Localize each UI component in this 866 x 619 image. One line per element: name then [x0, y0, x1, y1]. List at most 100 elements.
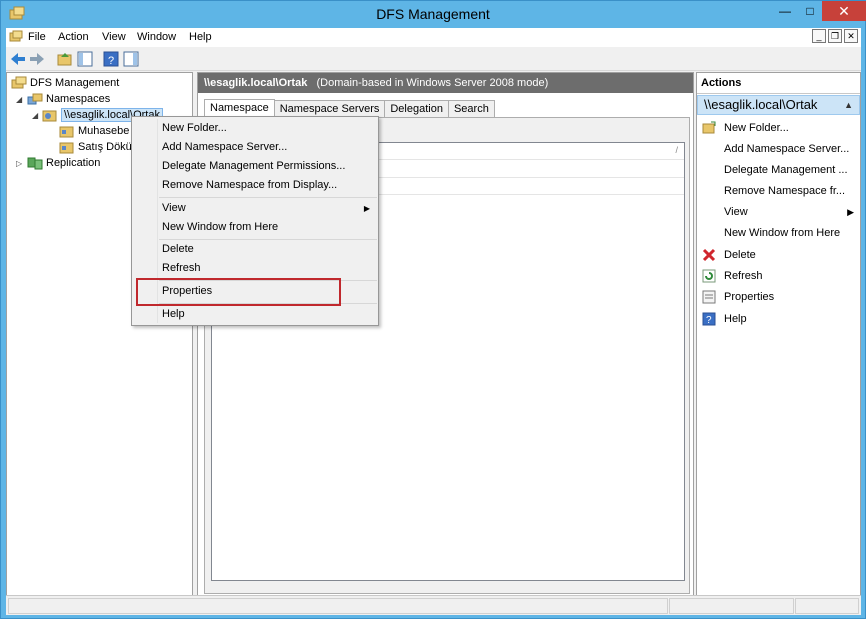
app-window: DFS Management — □ ✕ File Action View Wi… — [0, 0, 866, 619]
tab-namespace[interactable]: Namespace — [204, 99, 275, 117]
tab-search[interactable]: Search — [447, 100, 495, 117]
dfs-management-icon — [11, 76, 27, 89]
properties-icon — [702, 290, 716, 304]
menu-separator — [159, 197, 377, 198]
action-label: Add Namespace Server... — [724, 143, 850, 155]
window-title: DFS Management — [376, 6, 490, 22]
menu-view[interactable]: View — [102, 31, 126, 43]
mmc-doc-icon — [9, 30, 23, 42]
toolbar: ? — [6, 47, 861, 71]
ctx-view[interactable]: View — [162, 199, 186, 218]
header-namespace-path: \\esaglik.local\Ortak — [204, 77, 308, 89]
tree-label: DFS Management — [30, 77, 120, 89]
mdi-restore-button[interactable]: ❐ — [828, 29, 842, 43]
status-bar — [6, 595, 861, 615]
svg-text:?: ? — [108, 55, 114, 67]
action-new-window[interactable]: New Window from Here — [697, 223, 860, 243]
submenu-arrow-icon: ▶ — [847, 207, 854, 217]
action-delegate-management[interactable]: Delegate Management ... — [697, 160, 860, 180]
new-folder-icon — [702, 121, 716, 134]
tree-label: Satış Dökün — [78, 141, 138, 153]
action-view[interactable]: View ▶ — [697, 202, 860, 222]
collapse-section-icon[interactable]: ▲ — [844, 96, 853, 114]
action-label: Remove Namespace fr... — [724, 185, 846, 197]
actions-section-title: \\esaglik.local\Ortak — [704, 97, 818, 112]
namespace-icon — [42, 110, 57, 122]
refresh-icon — [702, 269, 716, 283]
tree-folder-satis[interactable]: Satış Dökün — [59, 139, 138, 155]
action-refresh[interactable]: Refresh — [697, 266, 860, 286]
menu-bar: File Action View Window Help _ ❐ ✕ — [6, 28, 861, 47]
action-label: Refresh — [724, 270, 763, 282]
title-bar[interactable]: DFS Management — □ ✕ — [1, 1, 866, 28]
action-properties[interactable]: Properties — [697, 287, 860, 307]
column-resize-icon: / — [675, 145, 678, 155]
up-folder-icon[interactable] — [56, 50, 74, 68]
tab-namespace-servers[interactable]: Namespace Servers — [273, 100, 386, 117]
action-label: Help — [724, 313, 747, 325]
ctx-new-window[interactable]: New Window from Here — [162, 218, 278, 237]
tab-strip: Namespace Namespace Servers Delegation S… — [204, 99, 495, 117]
action-label: Delete — [724, 249, 756, 261]
actions-title: Actions — [697, 73, 860, 94]
action-new-folder[interactable]: New Folder... — [697, 118, 860, 138]
action-add-namespace-server[interactable]: Add Namespace Server... — [697, 139, 860, 159]
mdi-minimize-button[interactable]: _ — [812, 29, 826, 43]
properties-highlight — [136, 278, 341, 306]
help-icon: ? — [702, 312, 716, 326]
ctx-refresh[interactable]: Refresh — [162, 259, 201, 278]
status-segment — [669, 598, 794, 614]
action-label: New Window from Here — [724, 227, 841, 239]
action-remove-namespace[interactable]: Remove Namespace fr... — [697, 181, 860, 201]
action-label: Properties — [724, 291, 775, 303]
tree-replication[interactable]: Replication — [27, 155, 100, 171]
actions-pane: Actions \\esaglik.local\Ortak ▲ New Fold… — [696, 72, 861, 597]
actions-section-header[interactable]: \\esaglik.local\Ortak ▲ — [697, 95, 860, 115]
action-label: Delegate Management ... — [724, 164, 848, 176]
delete-icon — [702, 248, 716, 262]
collapse-namespace-icon[interactable]: ◢ — [32, 111, 38, 120]
ctx-new-folder[interactable]: New Folder... — [162, 119, 227, 138]
folder-icon — [59, 126, 74, 138]
ctx-help[interactable]: Help — [162, 305, 185, 324]
action-help[interactable]: ? Help — [697, 309, 860, 329]
results-header: \\esaglik.local\Ortak (Domain-based in W… — [198, 73, 693, 93]
menu-file[interactable]: File — [28, 31, 46, 43]
submenu-arrow-icon: ▶ — [363, 204, 370, 213]
replication-icon — [27, 157, 43, 170]
tree-dfs-management[interactable]: DFS Management — [11, 75, 119, 91]
tree-folder-muhasebe[interactable]: Muhasebe D — [59, 123, 140, 139]
show-hide-tree-icon[interactable] — [76, 50, 94, 68]
ctx-remove-namespace[interactable]: Remove Namespace from Display... — [162, 176, 337, 195]
mdi-controls: _ ❐ ✕ — [810, 29, 858, 46]
action-label: New Folder... — [724, 122, 789, 134]
tree-namespaces[interactable]: Namespaces — [27, 91, 110, 107]
expand-replication-icon[interactable]: ▷ — [16, 159, 22, 168]
forward-arrow-icon[interactable] — [28, 50, 46, 68]
tree-label: Replication — [46, 157, 101, 169]
action-label: View — [724, 206, 748, 218]
tab-delegation[interactable]: Delegation — [384, 100, 449, 117]
show-hide-action-pane-icon[interactable] — [122, 50, 140, 68]
header-mode-text: (Domain-based in Windows Server 2008 mod… — [316, 77, 549, 89]
back-arrow-icon[interactable] — [9, 50, 27, 68]
ctx-delegate-permissions[interactable]: Delegate Management Permissions... — [162, 157, 345, 176]
minimize-button[interactable]: — — [772, 1, 798, 21]
tree-label: Namespaces — [46, 93, 111, 105]
ctx-delete[interactable]: Delete — [162, 240, 194, 259]
menu-window[interactable]: Window — [137, 31, 176, 43]
help-toolbar-icon[interactable]: ? — [102, 50, 120, 68]
status-segment — [795, 598, 859, 614]
action-delete[interactable]: Delete — [697, 245, 860, 265]
collapse-namespaces-icon[interactable]: ◢ — [16, 95, 22, 104]
ctx-add-namespace-server[interactable]: Add Namespace Server... — [162, 138, 287, 157]
folder-icon — [59, 142, 74, 154]
namespaces-icon — [27, 93, 43, 105]
svg-text:?: ? — [706, 315, 712, 326]
status-segment — [8, 598, 668, 614]
close-button[interactable]: ✕ — [822, 1, 866, 21]
menu-action[interactable]: Action — [58, 31, 89, 43]
mdi-close-button[interactable]: ✕ — [844, 29, 858, 43]
menu-help[interactable]: Help — [189, 31, 212, 43]
maximize-button[interactable]: □ — [798, 1, 822, 21]
